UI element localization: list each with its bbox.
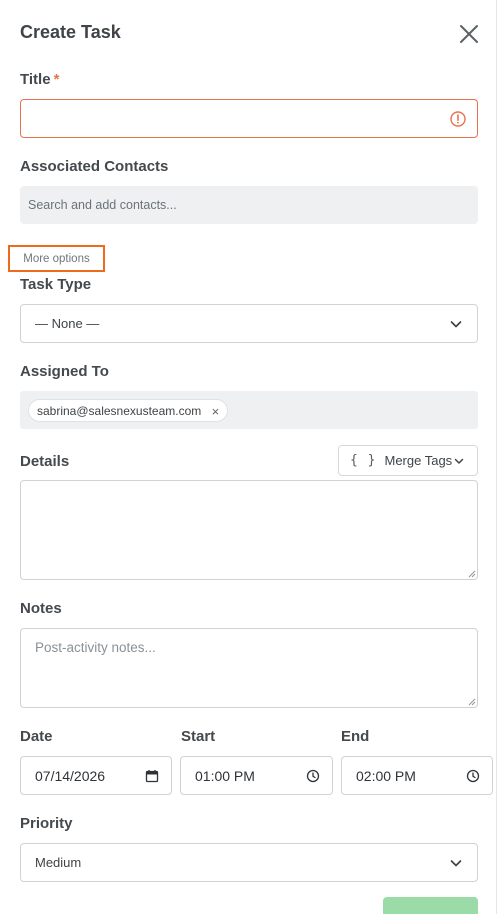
notes-placeholder: Post-activity notes... [35, 640, 156, 655]
close-icon[interactable] [456, 21, 482, 47]
remove-chip-icon[interactable]: × [212, 404, 220, 419]
chevron-down-icon [450, 320, 462, 327]
end-label: End [341, 728, 370, 745]
resize-handle-icon[interactable] [467, 569, 476, 578]
assigned-to-label: Assigned To [20, 363, 109, 380]
more-options-link[interactable]: More options [8, 245, 105, 272]
contacts-search-input[interactable]: Search and add contacts... [20, 186, 478, 224]
assigned-to-field[interactable]: sabrina@salesnexusteam.com × [20, 391, 478, 429]
merge-tags-button[interactable]: { } Merge Tags [338, 445, 478, 476]
assignee-chip: sabrina@salesnexusteam.com × [28, 399, 229, 422]
start-label: Start [181, 728, 216, 745]
contacts-search-placeholder: Search and add contacts... [28, 198, 177, 212]
error-icon [450, 111, 466, 127]
details-label: Details [20, 453, 70, 470]
notes-label: Notes [20, 600, 62, 617]
panel-title: Create Task [20, 22, 121, 42]
task-type-value: — None — [35, 316, 100, 331]
priority-label: Priority [20, 815, 73, 832]
task-type-select[interactable]: — None — [20, 304, 478, 343]
calendar-icon[interactable] [145, 769, 159, 783]
assignee-email: sabrina@salesnexusteam.com [37, 403, 202, 418]
required-mark: * [53, 71, 60, 88]
clock-icon[interactable] [466, 769, 480, 783]
merge-tags-label: Merge Tags [384, 453, 453, 468]
chevron-down-icon [450, 859, 462, 866]
task-type-label: Task Type [20, 276, 92, 293]
priority-select[interactable]: Medium [20, 843, 478, 882]
date-value: 07/14/2026 [35, 767, 106, 784]
end-time-input[interactable]: 02:00 PM [341, 756, 493, 795]
contacts-label: Associated Contacts [20, 158, 169, 175]
date-label: Date [20, 728, 53, 745]
date-input[interactable]: 07/14/2026 [20, 756, 172, 795]
create-task-button[interactable] [383, 897, 478, 914]
resize-handle-icon[interactable] [467, 697, 476, 706]
clock-icon[interactable] [306, 769, 320, 783]
details-textarea[interactable] [20, 480, 478, 580]
braces-icon: { } [350, 453, 377, 468]
title-label: Title * [20, 71, 59, 88]
priority-value: Medium [35, 855, 82, 870]
end-time-value: 02:00 PM [356, 767, 416, 784]
start-time-input[interactable]: 01:00 PM [180, 756, 333, 795]
notes-textarea[interactable]: Post-activity notes... [20, 628, 478, 708]
start-time-value: 01:00 PM [195, 767, 255, 784]
create-task-panel: Create Task Title * Associated Contacts S… [0, 0, 497, 914]
title-label-text: Title [20, 71, 51, 88]
title-input[interactable] [20, 99, 478, 138]
chevron-down-icon [454, 458, 464, 464]
